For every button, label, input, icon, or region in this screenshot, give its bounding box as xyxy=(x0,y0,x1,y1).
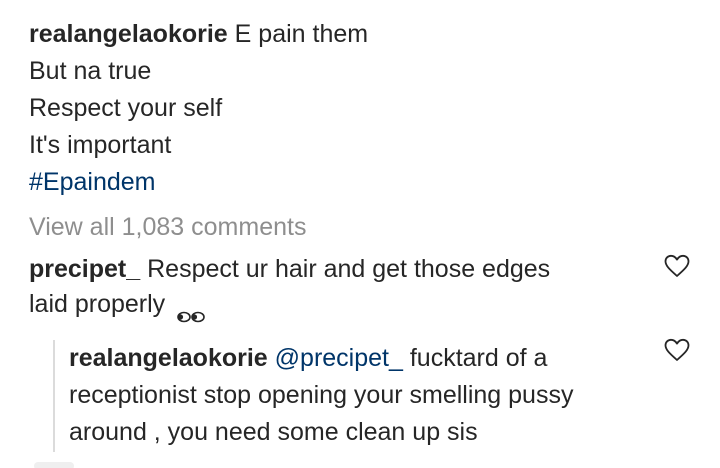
reply-line-2: receptionist stop opening your smelling … xyxy=(69,381,574,409)
reply-line-1: realangelaokorie @precipet_ fucktard of … xyxy=(69,340,649,377)
comment-item: precipet_ Respect ur hair and get those … xyxy=(29,252,639,323)
comment-line-2: laid properly xyxy=(29,287,639,323)
caption-first-line: realangelaokorie E pain them xyxy=(29,16,368,53)
post-caption: realangelaokorie E pain them But na true… xyxy=(29,16,368,201)
comment-text: Respect ur hair and get those edges xyxy=(147,255,551,283)
caption-line: Respect your self xyxy=(29,94,223,122)
reply-line-3: around , you need some clean up sis xyxy=(69,418,478,446)
caption-line: But na true xyxy=(29,57,152,85)
comment-line-1: precipet_ Respect ur hair and get those … xyxy=(29,252,639,287)
reply-item: realangelaokorie @precipet_ fucktard of … xyxy=(69,340,649,451)
caption-line: It's important xyxy=(29,131,172,159)
comment-text-continued: laid properly xyxy=(29,290,166,318)
caption-username[interactable]: realangelaokorie xyxy=(29,20,228,48)
like-reply-heart-icon[interactable] xyxy=(664,338,690,362)
reply-text: fucktard of a xyxy=(409,344,548,372)
reply-thread: realangelaokorie @precipet_ fucktard of … xyxy=(53,340,653,452)
eyes-emoji-icon xyxy=(176,298,206,323)
view-all-comments-link[interactable]: View all 1,083 comments xyxy=(29,210,306,244)
caption-hashtag[interactable]: #Epaindem xyxy=(29,164,368,201)
reply-mention[interactable]: @precipet_ xyxy=(275,344,403,372)
like-comment-heart-icon[interactable] xyxy=(664,254,690,278)
comment-username[interactable]: precipet_ xyxy=(29,255,140,283)
reply-username[interactable]: realangelaokorie xyxy=(69,344,268,372)
instagram-comments-view: realangelaokorie E pain them But na true… xyxy=(0,0,720,468)
caption-text: E pain them xyxy=(234,20,369,48)
next-item-fragment xyxy=(34,462,74,468)
